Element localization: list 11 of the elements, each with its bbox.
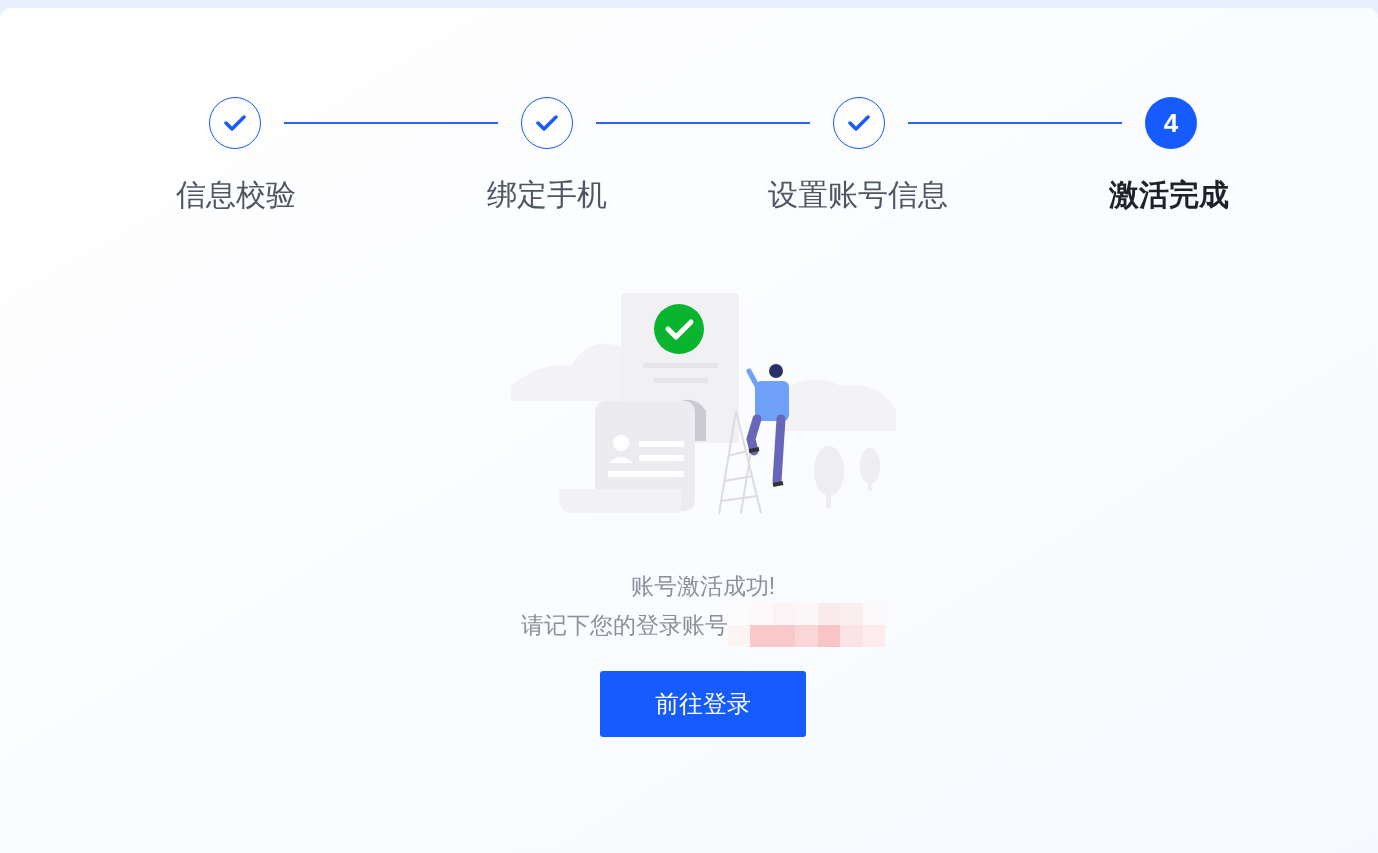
login-button[interactable]: 前往登录	[600, 671, 806, 737]
check-icon	[224, 115, 246, 131]
account-prompt: 请记下您的登录账号	[520, 611, 728, 640]
step-label: 信息校验	[174, 177, 297, 213]
step-number: 4	[1145, 97, 1197, 149]
check-icon	[536, 115, 558, 131]
step-label: 绑定手机	[485, 177, 608, 213]
success-message: 账号激活成功!	[630, 572, 776, 601]
check-icon	[848, 115, 870, 131]
step-label: 设置账号信息	[766, 177, 949, 213]
step-label: 激活完成	[1107, 177, 1230, 213]
